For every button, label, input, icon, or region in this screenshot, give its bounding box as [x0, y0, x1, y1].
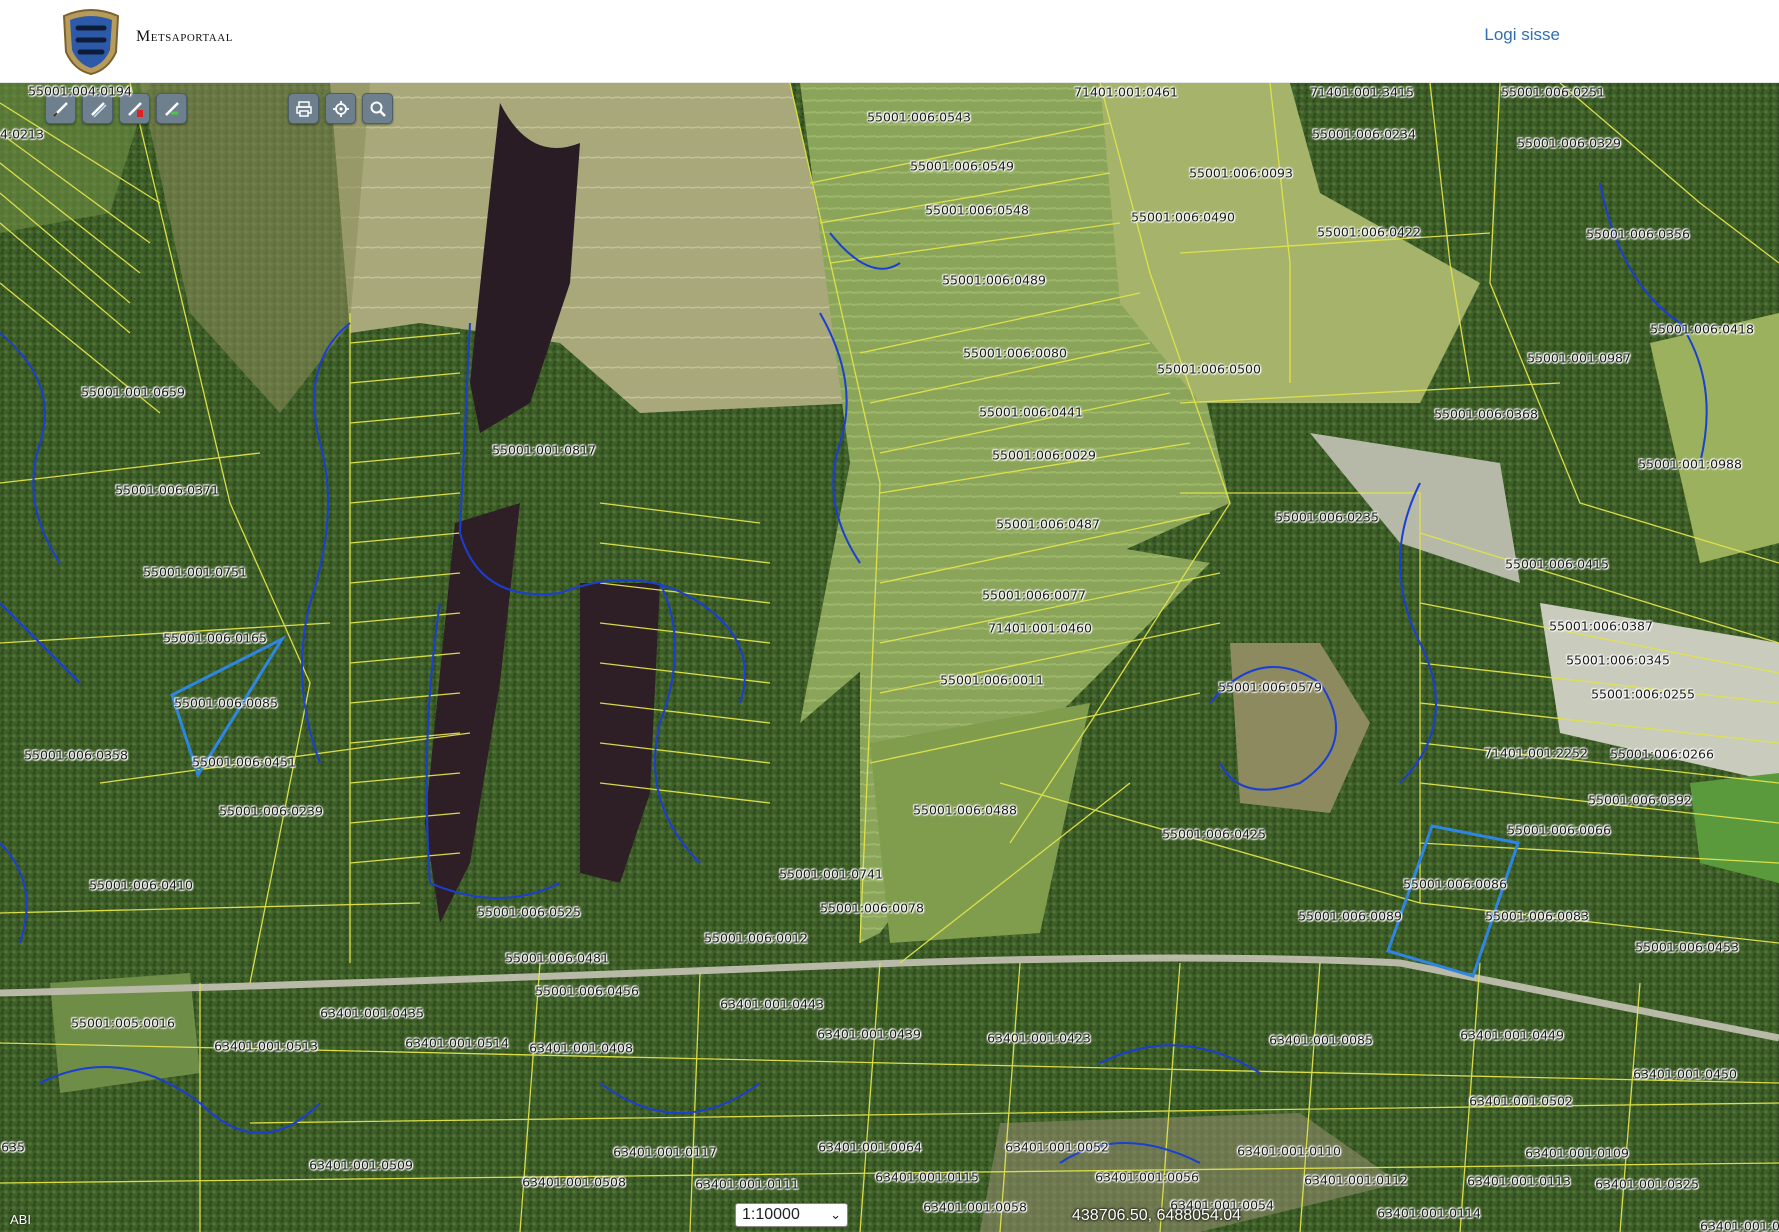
site-title[interactable]: Metsaportaal: [136, 28, 233, 46]
map-canvas[interactable]: 55001:004:0194 04:0213 71401:001:0461 71…: [0, 83, 1779, 1232]
layer-badge: ABI: [10, 1212, 31, 1227]
aerial-imagery: [0, 83, 1779, 1232]
coat-of-arms-logo[interactable]: [58, 8, 124, 76]
locate-icon[interactable]: [325, 93, 356, 124]
scale-value: 1:10000: [742, 1206, 800, 1223]
delete-line-icon[interactable]: [119, 93, 150, 124]
measure-line-icon[interactable]: [156, 93, 187, 124]
print-icon[interactable]: [288, 93, 319, 124]
coordinate-readout: 438706.50, 6488054.04: [1072, 1207, 1242, 1224]
map-toolbar: [288, 93, 393, 124]
login-link[interactable]: Logi sisse: [1484, 25, 1560, 45]
draw-line-icon[interactable]: [45, 93, 76, 124]
header: Metsaportaal Logi sisse: [0, 0, 1779, 83]
search-icon[interactable]: [362, 93, 393, 124]
chevron-down-icon: ⌄: [830, 1207, 841, 1222]
edit-line-icon[interactable]: [82, 93, 113, 124]
scale-select[interactable]: 1:10000 ⌄: [735, 1203, 848, 1227]
drawing-toolbar: [45, 93, 187, 124]
